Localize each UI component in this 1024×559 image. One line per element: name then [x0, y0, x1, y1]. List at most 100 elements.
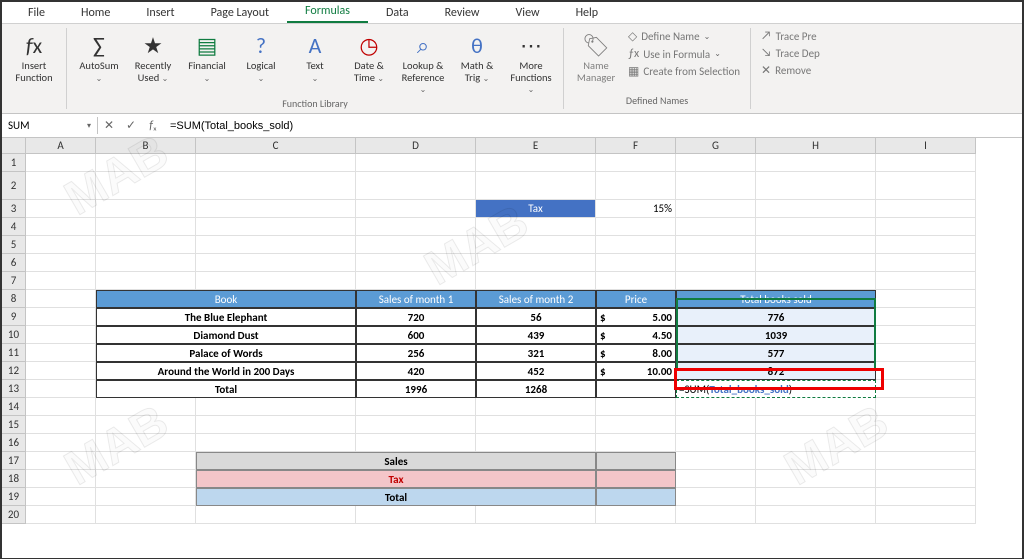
- cell[interactable]: [26, 380, 96, 398]
- cell[interactable]: [476, 254, 596, 272]
- cell[interactable]: [96, 398, 196, 416]
- cell[interactable]: [596, 254, 676, 272]
- table-cell[interactable]: $4.50: [596, 326, 676, 344]
- cell[interactable]: [676, 272, 756, 290]
- cell[interactable]: [196, 434, 356, 452]
- cell[interactable]: [596, 218, 676, 236]
- cell[interactable]: [756, 506, 876, 524]
- col-header[interactable]: B: [96, 138, 196, 154]
- tax-row-label-cell[interactable]: Tax: [196, 470, 596, 488]
- row-header[interactable]: 8: [2, 290, 26, 308]
- cell[interactable]: [26, 434, 96, 452]
- row-header[interactable]: 20: [2, 506, 26, 524]
- tab-review[interactable]: Review: [427, 3, 498, 23]
- row-header[interactable]: 2: [2, 172, 26, 200]
- row-header[interactable]: 4: [2, 218, 26, 236]
- cell[interactable]: [876, 308, 976, 326]
- row-header[interactable]: 19: [2, 488, 26, 506]
- recently-used-button[interactable]: ★ Recently Used ⌄: [127, 28, 179, 85]
- cell[interactable]: [596, 470, 676, 488]
- table-cell[interactable]: $8.00: [596, 344, 676, 362]
- cell[interactable]: [596, 272, 676, 290]
- cell[interactable]: [876, 470, 976, 488]
- cell[interactable]: [676, 488, 756, 506]
- cell[interactable]: [26, 154, 96, 172]
- cell[interactable]: [356, 272, 476, 290]
- cell[interactable]: [876, 434, 976, 452]
- cell[interactable]: [876, 290, 976, 308]
- cell[interactable]: [356, 236, 476, 254]
- tax-label-cell[interactable]: Tax: [476, 200, 596, 218]
- cell[interactable]: [96, 218, 196, 236]
- cell[interactable]: [476, 434, 596, 452]
- select-all-corner[interactable]: [2, 138, 26, 154]
- table-cell[interactable]: 452: [476, 362, 596, 380]
- cell[interactable]: [196, 416, 356, 434]
- cell[interactable]: [196, 398, 356, 416]
- tab-file[interactable]: File: [10, 3, 63, 23]
- cell[interactable]: [476, 506, 596, 524]
- define-name-button[interactable]: ◇Define Name ⌄: [624, 28, 744, 45]
- trace-dependents-button[interactable]: ↘Trace Dep: [757, 45, 824, 61]
- cell[interactable]: [96, 434, 196, 452]
- cell[interactable]: [26, 254, 96, 272]
- cell[interactable]: [756, 488, 876, 506]
- cell[interactable]: [876, 272, 976, 290]
- row-header[interactable]: 9: [2, 308, 26, 326]
- tax-value-cell[interactable]: 15%: [596, 200, 676, 218]
- cell[interactable]: [676, 218, 756, 236]
- total-row-label-cell[interactable]: Total: [196, 488, 596, 506]
- col-header[interactable]: F: [596, 138, 676, 154]
- cell[interactable]: [26, 200, 96, 218]
- cell[interactable]: [476, 172, 596, 200]
- cell[interactable]: [26, 362, 96, 380]
- cell[interactable]: [26, 172, 96, 200]
- table-cell-total-label[interactable]: Total: [96, 380, 356, 398]
- table-cell[interactable]: 321: [476, 344, 596, 362]
- table-cell[interactable]: 1268: [476, 380, 596, 398]
- cell[interactable]: [26, 290, 96, 308]
- enter-formula-button[interactable]: ✓: [120, 118, 142, 133]
- cell[interactable]: [876, 218, 976, 236]
- cell[interactable]: [876, 452, 976, 470]
- table-cell[interactable]: $5.00: [596, 308, 676, 326]
- cell[interactable]: [596, 434, 676, 452]
- cell[interactable]: [596, 506, 676, 524]
- cell[interactable]: [676, 236, 756, 254]
- tab-formulas[interactable]: Formulas: [287, 1, 368, 23]
- cell[interactable]: [26, 308, 96, 326]
- cell[interactable]: [356, 200, 476, 218]
- col-header[interactable]: D: [356, 138, 476, 154]
- cell[interactable]: [196, 272, 356, 290]
- cell[interactable]: [596, 398, 676, 416]
- cell[interactable]: [196, 172, 356, 200]
- cell[interactable]: [596, 236, 676, 254]
- row-header[interactable]: 3: [2, 200, 26, 218]
- row-header[interactable]: 18: [2, 470, 26, 488]
- cell[interactable]: [26, 218, 96, 236]
- more-functions-button[interactable]: ⋯ More Functions ⌄: [505, 28, 557, 97]
- table-cell[interactable]: 872: [676, 362, 876, 380]
- tab-insert[interactable]: Insert: [128, 3, 192, 23]
- col-header[interactable]: H: [756, 138, 876, 154]
- cell[interactable]: [26, 236, 96, 254]
- date-time-button[interactable]: ◷ Date & Time ⌄: [343, 28, 395, 85]
- tab-data[interactable]: Data: [368, 3, 427, 23]
- row-header[interactable]: 15: [2, 416, 26, 434]
- cell[interactable]: [676, 200, 756, 218]
- cell[interactable]: [676, 452, 756, 470]
- table-cell[interactable]: The Blue Elephant: [96, 308, 356, 326]
- table-header[interactable]: Total books sold: [676, 290, 876, 308]
- remove-arrows-button[interactable]: ✕Remove: [757, 62, 824, 79]
- cell[interactable]: [756, 452, 876, 470]
- cell[interactable]: [96, 470, 196, 488]
- cell[interactable]: [876, 254, 976, 272]
- cell[interactable]: [96, 452, 196, 470]
- table-header[interactable]: Sales of month 2: [476, 290, 596, 308]
- table-header[interactable]: Book: [96, 290, 356, 308]
- cell[interactable]: [876, 488, 976, 506]
- cell[interactable]: [196, 200, 356, 218]
- cell[interactable]: [756, 218, 876, 236]
- cell[interactable]: [26, 344, 96, 362]
- tab-home[interactable]: Home: [63, 3, 128, 23]
